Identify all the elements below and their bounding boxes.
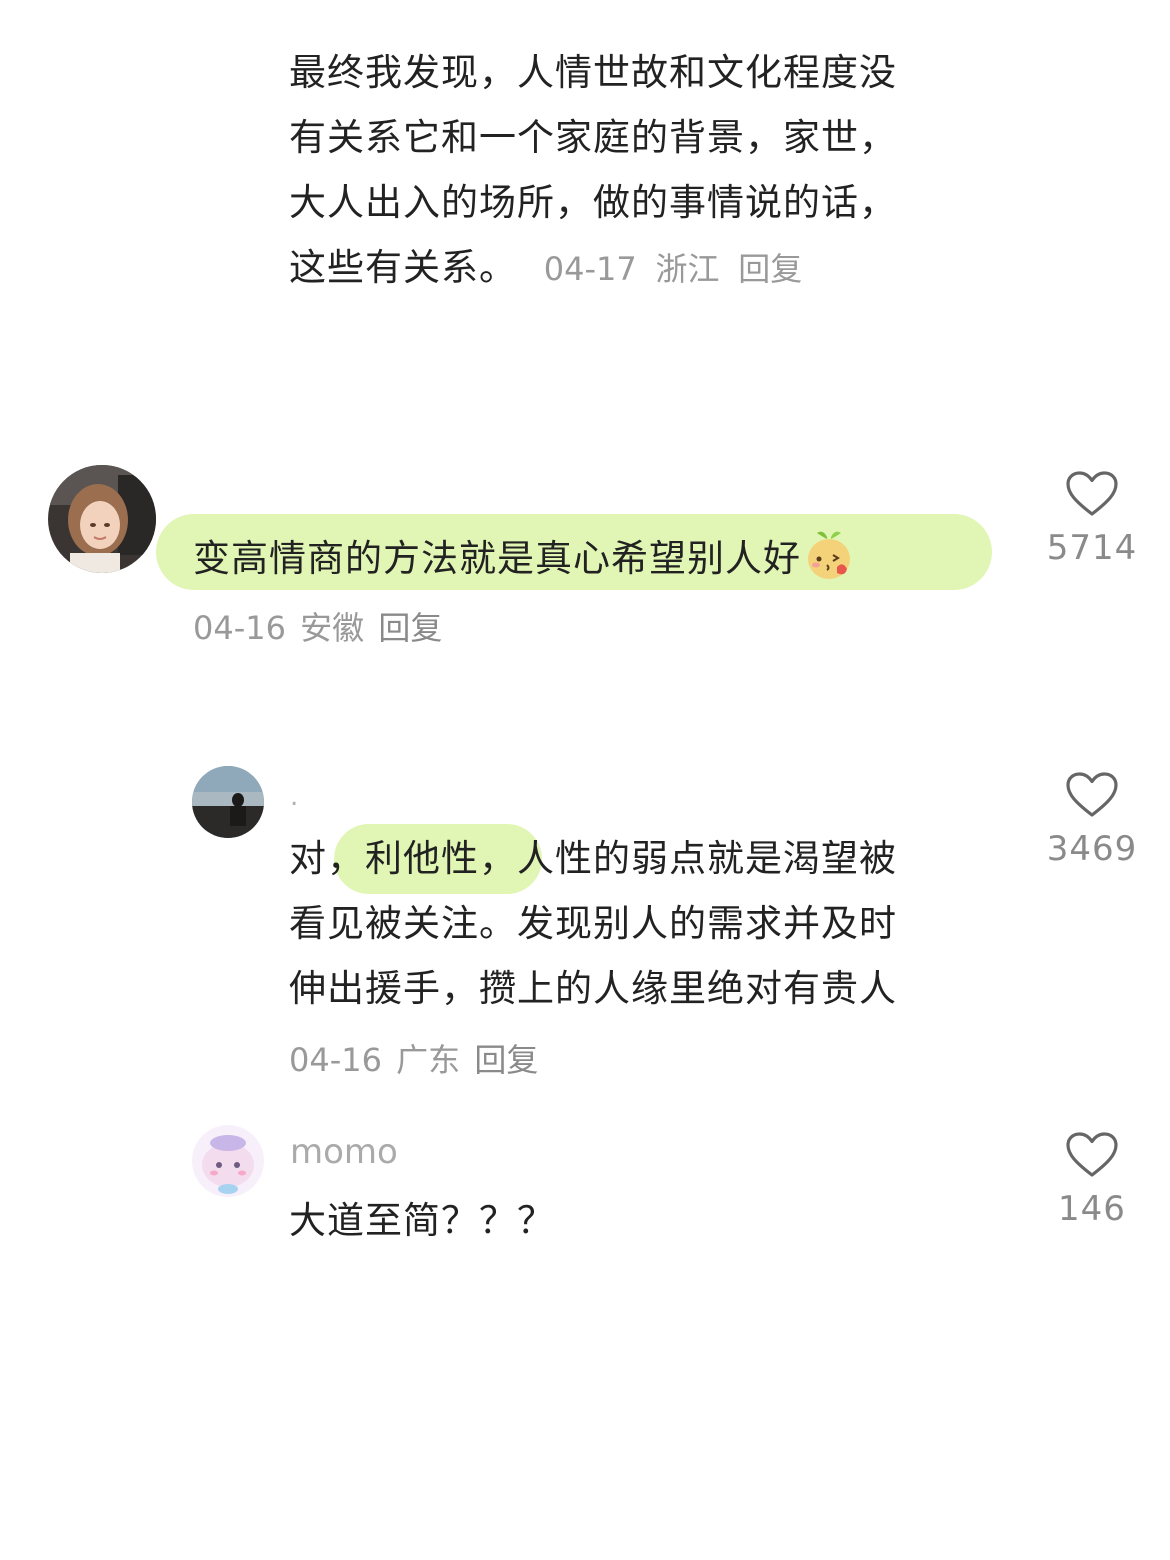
avatar[interactable] [48,465,156,573]
comment-3-like-count: 3469 [1046,829,1138,869]
heart-outline-icon [1066,772,1118,817]
comment-4-like-count: 146 [1058,1189,1126,1229]
comment-2-meta: 04-16 安徽 回复 [193,608,442,648]
comment-2-location: 安徽 [300,609,365,647]
comment-1-line-3: 大人出入的场所，做的事情说的话， [289,181,897,224]
comment-3-line-3: 伸出援手，攒上的人缘里绝对有贵人 [289,967,897,1010]
comment-4-text: 大道至简？？？ [289,1199,555,1242]
comment-3-reply-button[interactable]: 回复 [474,1041,538,1079]
comment-3-location: 广东 [396,1041,461,1079]
comment-3-username[interactable]: . [290,782,298,812]
comment-3-line-2: 看见被关注。发现别人的需求并及时 [289,902,897,945]
comment-1-reply-button[interactable]: 回复 [738,250,802,288]
comment-3-like-button[interactable]: 3469 [1032,771,1152,869]
comment-1-date: 04-17 [543,250,637,288]
comment-1-line-4: 这些有关系。 04-17 浙江 回复 [289,246,803,289]
comment-2-like-button[interactable]: 5714 [1032,470,1152,568]
avatar-girl-photo [48,465,156,573]
comment-3-meta: 04-16 广东 回复 [289,1040,538,1080]
comment-3-line-1: 对，利他性，人性的弱点就是渴望被 [289,837,897,880]
avatar-landscape-photo [192,766,264,838]
avatar[interactable] [192,1125,264,1197]
comment-2-text-row: 变高情商的方法就是真心希望别人好 [193,526,855,591]
comment-thread: 最终我发现，人情世故和文化程度没 有关系它和一个家庭的背景，家世， 大人出入的场… [0,0,1170,1560]
comment-1-text: 最终我发现，人情世故和文化程度没 有关系它和一个家庭的背景，家世， 大人出入的场… [289,40,989,302]
comment-3-text: 对，利他性，人性的弱点就是渴望被 看见被关注。发现别人的需求并及时 伸出援手，攒… [289,826,989,1021]
comment-2-like-count: 5714 [1046,528,1138,568]
comment-4-like-button[interactable]: 146 [1032,1131,1152,1229]
comment-3-highlighted-text: ，利他性， [327,837,517,880]
comment-4-username[interactable]: momo [290,1132,398,1172]
comment-1-line-2: 有关系它和一个家庭的背景，家世， [289,116,897,159]
heart-outline-icon [1066,471,1118,516]
comment-2-date: 04-16 [193,609,286,647]
comment-2-reply-button[interactable]: 回复 [378,609,442,647]
comment-1-line-1: 最终我发现，人情世故和文化程度没 [289,51,897,94]
blushing-sprout-emoji-icon [803,529,855,581]
avatar-cartoon-character [192,1125,264,1197]
comment-2-text: 变高情商的方法就是真心希望别人好 [193,537,801,580]
avatar[interactable] [192,766,264,838]
comment-1-location: 浙江 [655,250,720,288]
comment-3-date: 04-16 [289,1041,382,1079]
heart-outline-icon [1066,1132,1118,1177]
